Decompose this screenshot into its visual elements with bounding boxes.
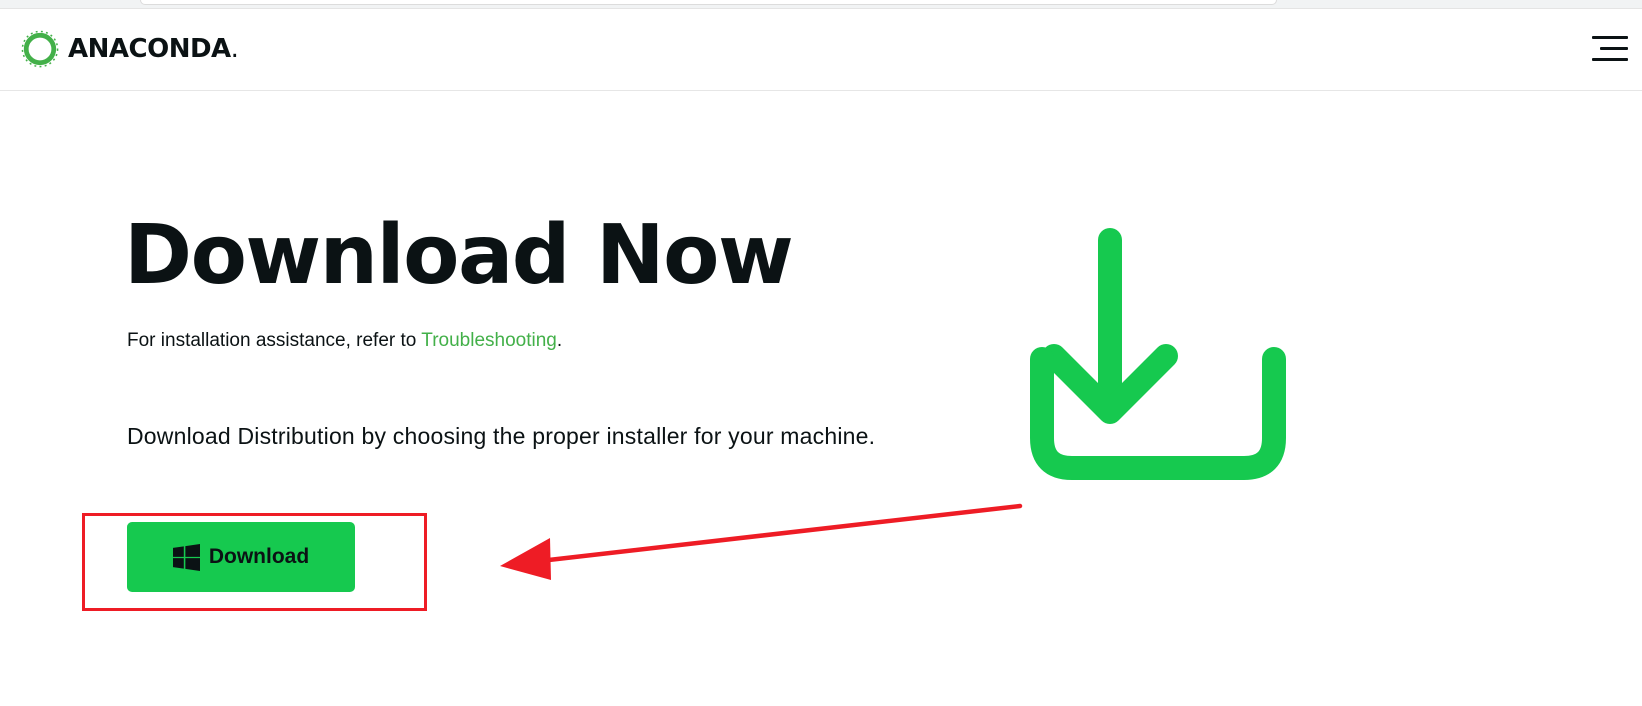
anaconda-logo-icon	[21, 30, 59, 68]
annotation-highlight-box	[82, 513, 427, 611]
hamburger-menu-icon[interactable]	[1588, 34, 1628, 64]
address-bar[interactable]	[140, 0, 1277, 5]
assist-prefix: For installation assistance, refer to	[127, 330, 422, 351]
distribution-description: Download Distribution by choosing the pr…	[127, 423, 876, 449]
page-title: Download Now	[124, 208, 794, 303]
installation-assistance-text: For installation assistance, refer to Tr…	[127, 330, 562, 352]
site-header: ANACONDA .	[0, 9, 1642, 91]
troubleshooting-link[interactable]: Troubleshooting	[421, 330, 557, 351]
annotation-arrow-icon	[500, 503, 1023, 580]
logo-wordmark-dot: .	[230, 34, 239, 64]
browser-top-strip	[0, 0, 1642, 9]
logo-wordmark: ANACONDA	[68, 34, 231, 64]
anaconda-logo[interactable]: ANACONDA .	[21, 30, 239, 68]
assist-suffix: .	[556, 330, 563, 351]
download-icon	[1030, 228, 1286, 480]
